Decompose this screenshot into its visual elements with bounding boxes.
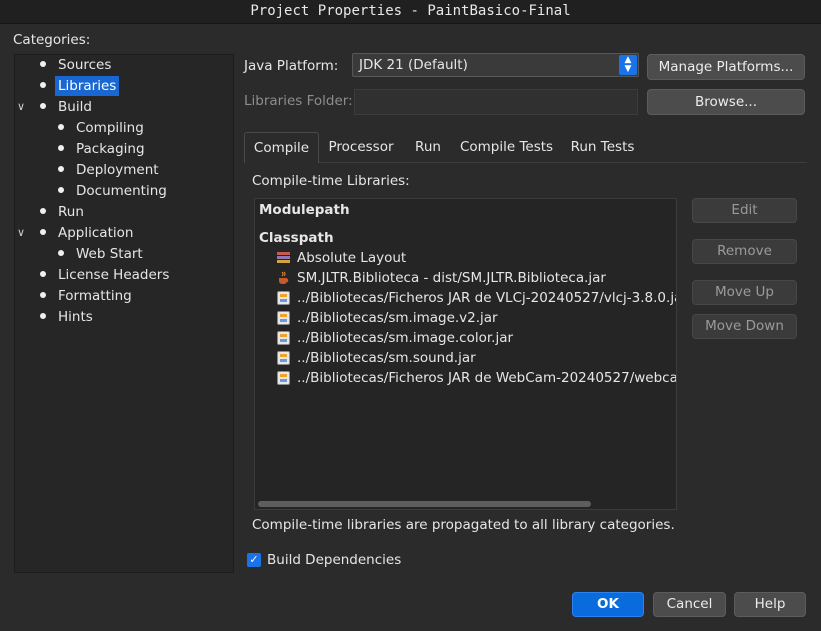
help-button[interactable]: Help xyxy=(734,592,806,617)
category-application[interactable]: ∨ Application xyxy=(15,223,231,243)
libraries-folder-label: Libraries Folder: xyxy=(244,93,353,109)
tab-processor[interactable]: Processor xyxy=(321,132,401,163)
leaf-bullet-icon xyxy=(40,103,46,109)
jar-icon xyxy=(277,311,290,325)
move-down-button[interactable]: Move Down xyxy=(692,314,797,339)
jar-icon xyxy=(277,371,290,385)
tab-run-tests[interactable]: Run Tests xyxy=(562,132,643,163)
build-dependencies-checkbox[interactable]: ✓ xyxy=(247,553,261,567)
java-platform-value: JDK 21 (Default) xyxy=(359,57,468,73)
build-dependencies-label[interactable]: Build Dependencies xyxy=(267,552,401,568)
category-license-headers[interactable]: License Headers xyxy=(15,265,231,285)
category-build[interactable]: ∨ Build xyxy=(15,97,231,117)
jar-icon xyxy=(277,351,290,365)
compile-note: Compile-time libraries are propagated to… xyxy=(252,517,675,533)
category-compiling[interactable]: Compiling xyxy=(15,118,231,138)
edit-button[interactable]: Edit xyxy=(692,198,797,223)
ok-button[interactable]: OK xyxy=(572,592,644,617)
leaf-bullet-icon xyxy=(58,145,64,151)
category-deployment[interactable]: Deployment xyxy=(15,160,231,180)
category-documenting[interactable]: Documenting xyxy=(15,181,231,201)
libraries-folder-field[interactable] xyxy=(354,89,638,115)
scrollbar-thumb[interactable] xyxy=(258,501,591,507)
category-web-start[interactable]: Web Start xyxy=(15,244,231,264)
leaf-bullet-icon xyxy=(58,250,64,256)
tab-run[interactable]: Run xyxy=(404,132,452,163)
leaf-bullet-icon xyxy=(40,208,46,214)
category-sources[interactable]: Sources xyxy=(15,55,231,75)
java-platform-label: Java Platform: xyxy=(244,58,339,74)
window-title: Project Properties - PaintBasico-Final xyxy=(0,0,821,24)
horizontal-scrollbar[interactable] xyxy=(255,499,676,509)
categories-label: Categories: xyxy=(13,32,91,48)
compile-libraries-heading: Compile-time Libraries: xyxy=(252,173,410,189)
categories-tree[interactable]: Sources Libraries ∨ Build Compiling Pack… xyxy=(14,54,234,573)
jar-icon xyxy=(277,331,290,345)
updown-arrows-icon[interactable]: ▲ ▼ xyxy=(619,55,637,75)
leaf-bullet-icon xyxy=(40,292,46,298)
tab-compile-tests[interactable]: Compile Tests xyxy=(455,132,558,163)
leaf-bullet-icon xyxy=(40,313,46,319)
chevron-down-icon[interactable]: ∨ xyxy=(17,97,25,117)
leaf-bullet-icon xyxy=(40,82,46,88)
leaf-bullet-icon xyxy=(58,166,64,172)
manage-platforms-button[interactable]: Manage Platforms... xyxy=(647,54,805,80)
chevron-down-icon[interactable]: ∨ xyxy=(17,223,25,243)
modulepath-node[interactable]: Modulepath xyxy=(259,202,350,218)
move-up-button[interactable]: Move Up xyxy=(692,280,797,305)
leaf-bullet-icon xyxy=(40,229,46,235)
compile-libraries-list[interactable]: Modulepath Classpath Absolute Layout SM.… xyxy=(254,198,677,510)
leaf-bullet-icon xyxy=(40,61,46,67)
category-libraries[interactable]: Libraries xyxy=(15,76,231,96)
java-platform-select[interactable]: JDK 21 (Default) ▲ ▼ xyxy=(352,53,639,77)
cancel-button[interactable]: Cancel xyxy=(653,592,726,617)
browse-button[interactable]: Browse... xyxy=(647,89,805,115)
category-packaging[interactable]: Packaging xyxy=(15,139,231,159)
category-run[interactable]: Run xyxy=(15,202,231,222)
classpath-node[interactable]: Classpath xyxy=(259,230,334,246)
category-hints[interactable]: Hints xyxy=(15,307,231,327)
tab-compile[interactable]: Compile xyxy=(244,132,319,163)
jar-icon xyxy=(277,291,290,305)
java-project-icon xyxy=(277,271,290,285)
remove-button[interactable]: Remove xyxy=(692,239,797,264)
leaf-bullet-icon xyxy=(58,187,64,193)
category-formatting[interactable]: Formatting xyxy=(15,286,231,306)
library-icon xyxy=(277,251,290,265)
leaf-bullet-icon xyxy=(40,271,46,277)
leaf-bullet-icon xyxy=(58,124,64,130)
